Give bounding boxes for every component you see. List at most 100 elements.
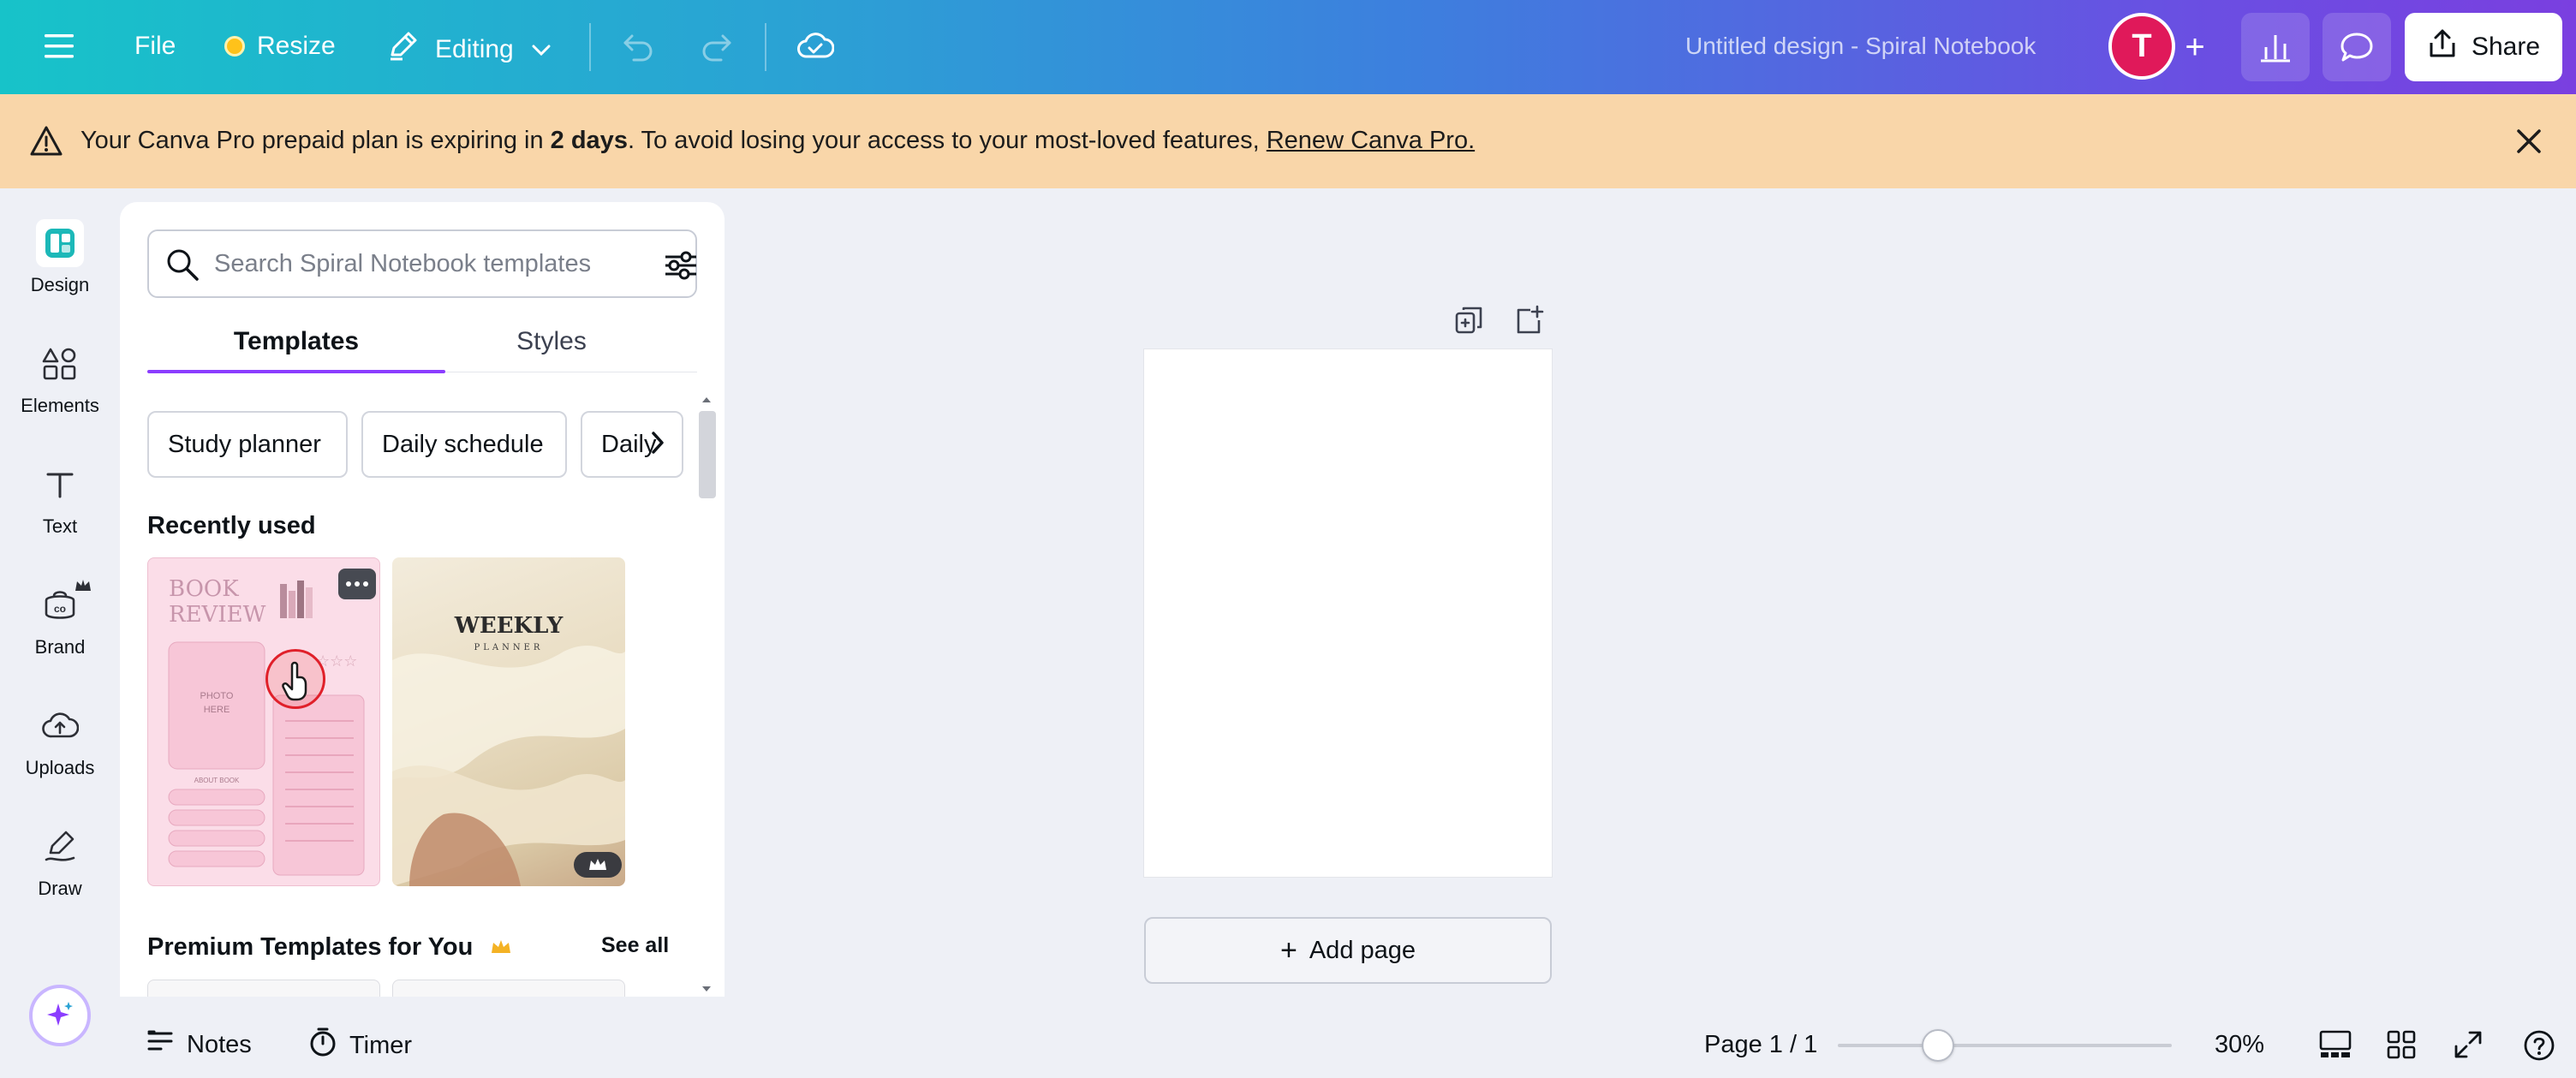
tab-templates[interactable]: Templates [147, 327, 445, 375]
add-page-icon[interactable] [1513, 305, 1544, 340]
template-thumb-book-review[interactable]: BOOK REVIEW PHOTO HERE ABOUT BOOK ☆☆☆ [147, 557, 380, 886]
resize-label: Resize [257, 32, 336, 60]
scrollbar-thumb[interactable] [699, 411, 716, 498]
cloud-saved-icon[interactable] [796, 29, 834, 63]
menu-icon[interactable] [43, 31, 75, 62]
rail-item-brand[interactable]: co Brand [0, 580, 120, 658]
template-search-box[interactable] [147, 229, 697, 298]
template-thumb-peek[interactable] [147, 980, 380, 997]
premium-templates-heading: Premium Templates for You [147, 933, 512, 962]
svg-text:co: co [54, 603, 66, 615]
more-options-icon[interactable] [338, 569, 376, 599]
timer-button[interactable]: Timer [308, 1027, 412, 1064]
rail-label: Elements [21, 395, 99, 416]
timer-icon [308, 1027, 337, 1064]
help-icon[interactable] [2523, 1029, 2555, 1062]
filter-chip-daily-schedule[interactable]: Daily schedule [361, 411, 567, 478]
book-title-2: REVIEW [169, 602, 266, 628]
toolbar-divider [589, 23, 591, 71]
text-t-icon [36, 461, 84, 509]
duplicate-page-icon[interactable] [1453, 305, 1484, 340]
banner-text-start: Your Canva Pro prepaid plan is expiring … [80, 127, 551, 154]
zoom-percentage[interactable]: 30% [2215, 1031, 2264, 1059]
magic-sparkle-button[interactable] [29, 985, 91, 1046]
filter-sliders-icon[interactable] [663, 250, 699, 285]
rail-item-draw[interactable]: Draw [0, 823, 120, 900]
add-page-label: Add page [1309, 936, 1416, 964]
file-menu-button[interactable]: File [134, 32, 176, 61]
template-thumb-weekly-planner[interactable]: WEEKLY PLANNER [392, 557, 625, 886]
recently-used-heading: Recently used [147, 512, 316, 539]
rail-item-design[interactable]: Design [0, 219, 120, 296]
page-indicator[interactable]: Page 1 / 1 [1704, 1031, 1817, 1059]
weekly-planner-artwork: WEEKLY PLANNER [392, 613, 625, 886]
renew-pro-link[interactable]: Renew Canva Pro. [1267, 127, 1475, 154]
editing-mode-button[interactable]: Editing [385, 29, 552, 70]
photo-label-1: PHOTO [200, 691, 234, 701]
bottom-status-bar [120, 997, 2576, 1078]
templates-panel: Templates Styles Study planner Daily sch… [120, 202, 724, 997]
filter-chip-study-planner[interactable]: Study planner [147, 411, 348, 478]
page-view-icon[interactable] [2318, 1029, 2352, 1060]
rail-label: Design [30, 274, 90, 295]
share-upload-icon [2427, 27, 2458, 67]
pointer-cursor-indicator [265, 649, 325, 709]
see-all-link[interactable]: See all [601, 933, 669, 958]
search-input[interactable] [214, 245, 625, 283]
about-label: ABOUT BOOK [194, 777, 240, 784]
comment-icon[interactable] [2323, 13, 2391, 81]
fullscreen-icon[interactable] [2453, 1029, 2484, 1060]
zoom-slider-track[interactable] [1838, 1044, 2172, 1047]
undo-icon[interactable] [622, 31, 656, 62]
upload-cloud-icon [36, 702, 84, 750]
active-tab-underline [147, 370, 445, 373]
rail-item-elements[interactable]: Elements [0, 340, 120, 417]
document-title[interactable]: Untitled design - Spiral Notebook [1685, 33, 2036, 60]
weekly-subtitle: PLANNER [474, 643, 544, 652]
search-icon [164, 247, 200, 287]
editing-label: Editing [435, 35, 514, 63]
analytics-icon[interactable] [2241, 13, 2310, 81]
tab-styles[interactable]: Styles [423, 327, 680, 375]
share-label: Share [2471, 33, 2541, 61]
warning-icon [29, 125, 63, 162]
close-banner-icon[interactable] [2513, 126, 2544, 161]
filter-chip-daily[interactable]: Daily [581, 411, 683, 478]
plan-expiry-banner: Your Canva Pro prepaid plan is expiring … [0, 94, 2576, 188]
redo-icon[interactable] [699, 31, 733, 62]
crown-icon [224, 36, 245, 57]
zoom-slider-handle[interactable] [1922, 1029, 1954, 1062]
notes-label: Notes [187, 1030, 252, 1058]
crown-icon [74, 576, 92, 599]
pencil-icon [385, 29, 420, 70]
design-page-canvas[interactable] [1144, 349, 1552, 877]
rail-label: Uploads [25, 757, 95, 778]
add-page-button[interactable]: + Add page [1144, 917, 1552, 984]
photo-label-2: HERE [204, 705, 230, 715]
banner-message: Your Canva Pro prepaid plan is expiring … [80, 127, 1475, 155]
rail-item-text[interactable]: Text [0, 461, 120, 538]
top-toolbar: File Resize Editing Untitled design - Sp… [0, 0, 2576, 94]
weekly-title: WEEKLY [454, 613, 564, 639]
plus-icon: + [1279, 933, 1297, 967]
invite-plus-button[interactable]: + [2174, 24, 2216, 70]
book-review-artwork: BOOK REVIEW PHOTO HERE ABOUT BOOK ☆☆☆ [168, 576, 365, 876]
rail-label: Text [42, 515, 78, 537]
banner-text-end: . To avoid losing your access to your mo… [627, 127, 1267, 154]
timer-label: Timer [349, 1031, 413, 1059]
resize-button[interactable]: Resize [224, 32, 336, 61]
rail-label: Brand [34, 636, 86, 658]
notes-button[interactable]: Notes [146, 1028, 252, 1061]
premium-crown-icon [574, 852, 622, 878]
banner-days: 2 days [550, 127, 628, 154]
grid-view-icon[interactable] [2386, 1029, 2417, 1060]
design-icon [36, 219, 84, 267]
left-side-rail: Design Elements Text co Brand Uploads Dr… [0, 188, 120, 1078]
rail-item-uploads[interactable]: Uploads [0, 702, 120, 779]
template-thumb-peek[interactable] [392, 980, 625, 997]
book-title-1: BOOK [169, 576, 239, 602]
chevron-down-icon [531, 35, 552, 64]
user-avatar[interactable]: T [2108, 13, 2175, 80]
chevron-right-icon[interactable] [649, 430, 666, 460]
share-button[interactable]: Share [2405, 13, 2562, 81]
